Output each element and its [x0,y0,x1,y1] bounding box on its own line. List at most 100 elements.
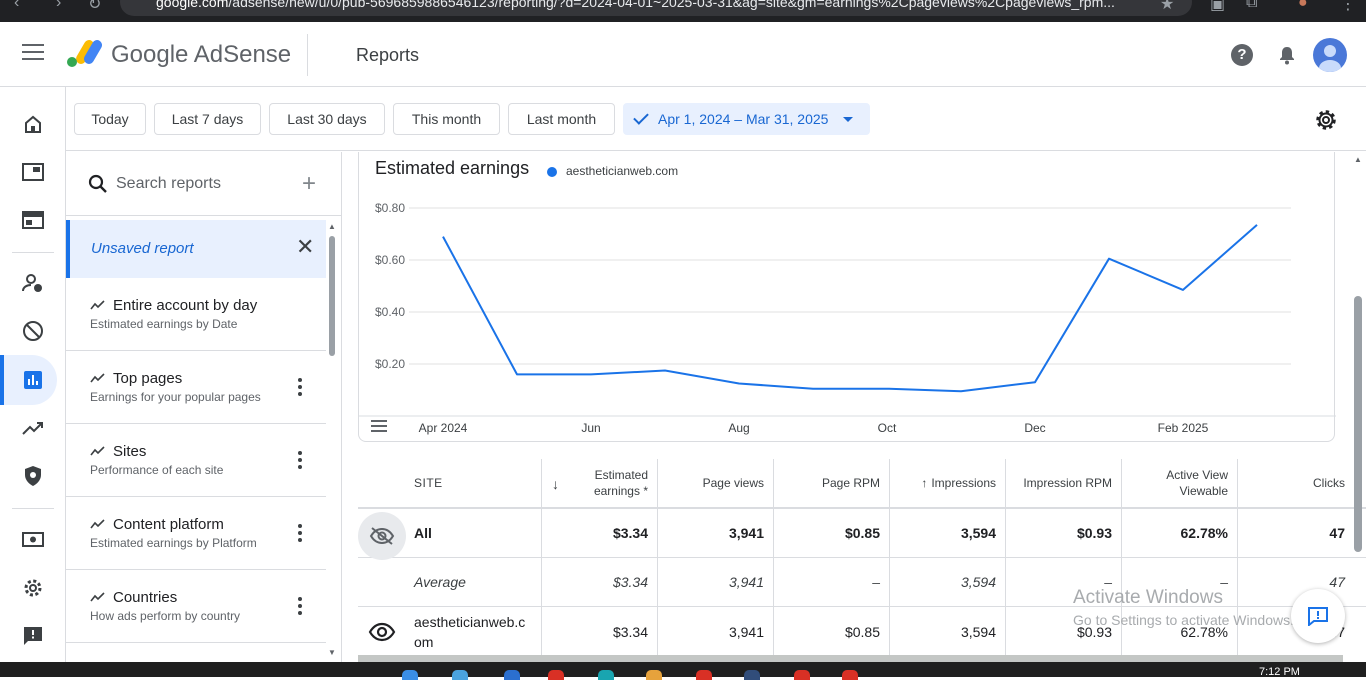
more-options-icon[interactable] [298,378,302,396]
share-icon[interactable]: ⧉ [1246,0,1257,12]
chip-last-7-days[interactable]: Last 7 days [154,103,261,135]
policy-center-icon[interactable] [20,463,46,489]
earnings-chart-card: Estimated earnings aestheticianweb.com $… [358,152,1335,442]
cell-impressions: 3,594 [890,509,1006,557]
cell-page-rpm: $0.85 [774,607,890,656]
chip-last-30-days[interactable]: Last 30 days [269,103,385,135]
taskbar-app-icon[interactable] [842,670,858,680]
taskbar-clock: 7:12 PM [1259,666,1300,678]
browser-menu-icon[interactable]: ⋮ [1340,0,1356,14]
report-subtitle: Estimated earnings by Platform [90,536,262,550]
page-vertical-scrollbar[interactable] [1354,296,1362,552]
reload-icon[interactable]: ↻ [88,0,101,14]
col-header-active-view[interactable]: Active View Viewable [1122,459,1238,507]
cell-page-rpm: – [774,558,890,606]
windows-taskbar: 7:12 PM [0,662,1366,677]
privacy-messaging-icon[interactable] [20,270,46,296]
more-options-icon[interactable] [298,597,302,615]
sites-icon[interactable] [20,207,46,233]
help-icon[interactable]: ? [1231,44,1253,66]
table-horizontal-scrollbar[interactable] [358,655,1343,662]
reports-icon[interactable] [20,367,46,393]
ads-icon[interactable] [20,159,46,185]
feedback-icon[interactable] [20,623,46,649]
adsense-logo [66,37,102,69]
x-tick-label: Jun [581,421,600,435]
back-icon[interactable]: ‹ [14,0,19,12]
scroll-up-arrow-icon[interactable]: ▲ [328,222,336,231]
chip-today[interactable]: Today [74,103,146,135]
report-item-content-platform[interactable]: Content platform Estimated earnings by P… [66,497,326,570]
chip-this-month[interactable]: This month [393,103,500,135]
date-range-picker[interactable]: Apr 1, 2024 – Mar 31, 2025 [623,103,870,135]
col-header-page-views[interactable]: Page views [658,459,774,507]
add-report-icon[interactable]: + [302,172,316,196]
optimization-icon[interactable] [20,415,46,441]
y-tick-label: $0.20 [375,357,405,371]
more-options-icon[interactable] [298,451,302,469]
sort-ascending-icon: ↑ [921,475,927,491]
cell-clicks: 47 [1238,509,1354,557]
report-title: Sites [113,443,146,460]
report-title: Content platform [113,516,224,533]
unsaved-report-item[interactable]: Unsaved report ✕ [66,220,326,278]
address-bar[interactable]: google.com/adsense/new/u/0/pub-569685988… [120,0,1192,16]
report-title: Countries [113,589,177,606]
table-header-row: SITE ↓ Estimated earnings * Page views P… [358,459,1366,509]
col-header-earnings[interactable]: ↓ Estimated earnings * [542,459,658,507]
report-item-countries[interactable]: Countries How ads perform by country [66,570,326,643]
taskbar-app-icon[interactable] [744,670,760,680]
page-scroll-up-icon[interactable]: ▲ [1354,155,1362,164]
chart-table-toggle-icon[interactable] [371,420,387,432]
taskbar-app-icon[interactable] [598,670,614,680]
bookmark-star-icon[interactable]: ★ [1160,0,1174,14]
table-row-total: All $3.34 3,941 $0.85 3,594 $0.93 62.78%… [358,509,1366,558]
page-title: Reports [356,45,419,66]
taskbar-app-icon[interactable] [696,670,712,680]
feedback-chat-button[interactable] [1291,589,1345,643]
taskbar-app-icon[interactable] [646,670,662,680]
forward-icon[interactable]: › [56,0,61,12]
blocking-controls-icon[interactable] [20,318,46,344]
report-spark-icon [90,372,106,384]
extension-icon[interactable]: ▣ [1210,0,1225,14]
x-tick-label: Apr 2024 [419,421,468,435]
main-menu-icon[interactable] [22,44,44,62]
report-settings-icon[interactable] [1313,107,1339,133]
col-header-impression-rpm[interactable]: Impression RPM [1006,459,1122,507]
more-options-icon[interactable] [298,524,302,542]
taskbar-app-icon[interactable] [504,670,520,680]
profile-icon[interactable]: ● [1298,0,1308,12]
cell-impressions: 3,594 [890,558,1006,606]
sort-descending-icon: ↓ [552,476,559,492]
cell-earnings: $3.34 [542,558,658,606]
col-header-impressions[interactable]: ↑ Impressions [890,459,1006,507]
cell-active-view: 62.78% [1122,509,1238,557]
nav-divider [12,508,54,509]
reports-scrollbar[interactable] [329,236,335,356]
report-subtitle: Estimated earnings by Date [90,317,262,331]
report-item-top-pages[interactable]: Top pages Earnings for your popular page… [66,351,326,424]
report-item-sites[interactable]: Sites Performance of each site [66,424,326,497]
col-header-clicks[interactable]: Clicks [1238,459,1354,507]
taskbar-app-icon[interactable] [402,670,418,680]
report-item-entire-account[interactable]: Entire account by day Estimated earnings… [66,278,326,351]
search-reports-input[interactable] [116,172,296,196]
close-icon[interactable]: ✕ [296,236,314,258]
taskbar-app-icon[interactable] [548,670,564,680]
taskbar-app-icon[interactable] [794,670,810,680]
check-icon [633,109,649,125]
report-spark-icon [90,445,106,457]
settings-icon[interactable] [20,575,46,601]
taskbar-app-icon[interactable] [452,670,468,680]
payments-icon[interactable] [20,527,46,553]
scroll-down-arrow-icon[interactable]: ▼ [328,648,336,657]
col-header-page-rpm[interactable]: Page RPM [774,459,890,507]
home-icon[interactable] [20,111,46,137]
chip-last-month[interactable]: Last month [508,103,615,135]
account-avatar[interactable] [1313,38,1347,72]
cell-site[interactable]: aestheticianweb.com [358,607,542,656]
col-header-site[interactable]: SITE [358,459,542,507]
notifications-icon[interactable] [1276,44,1298,66]
header-divider [307,34,308,76]
